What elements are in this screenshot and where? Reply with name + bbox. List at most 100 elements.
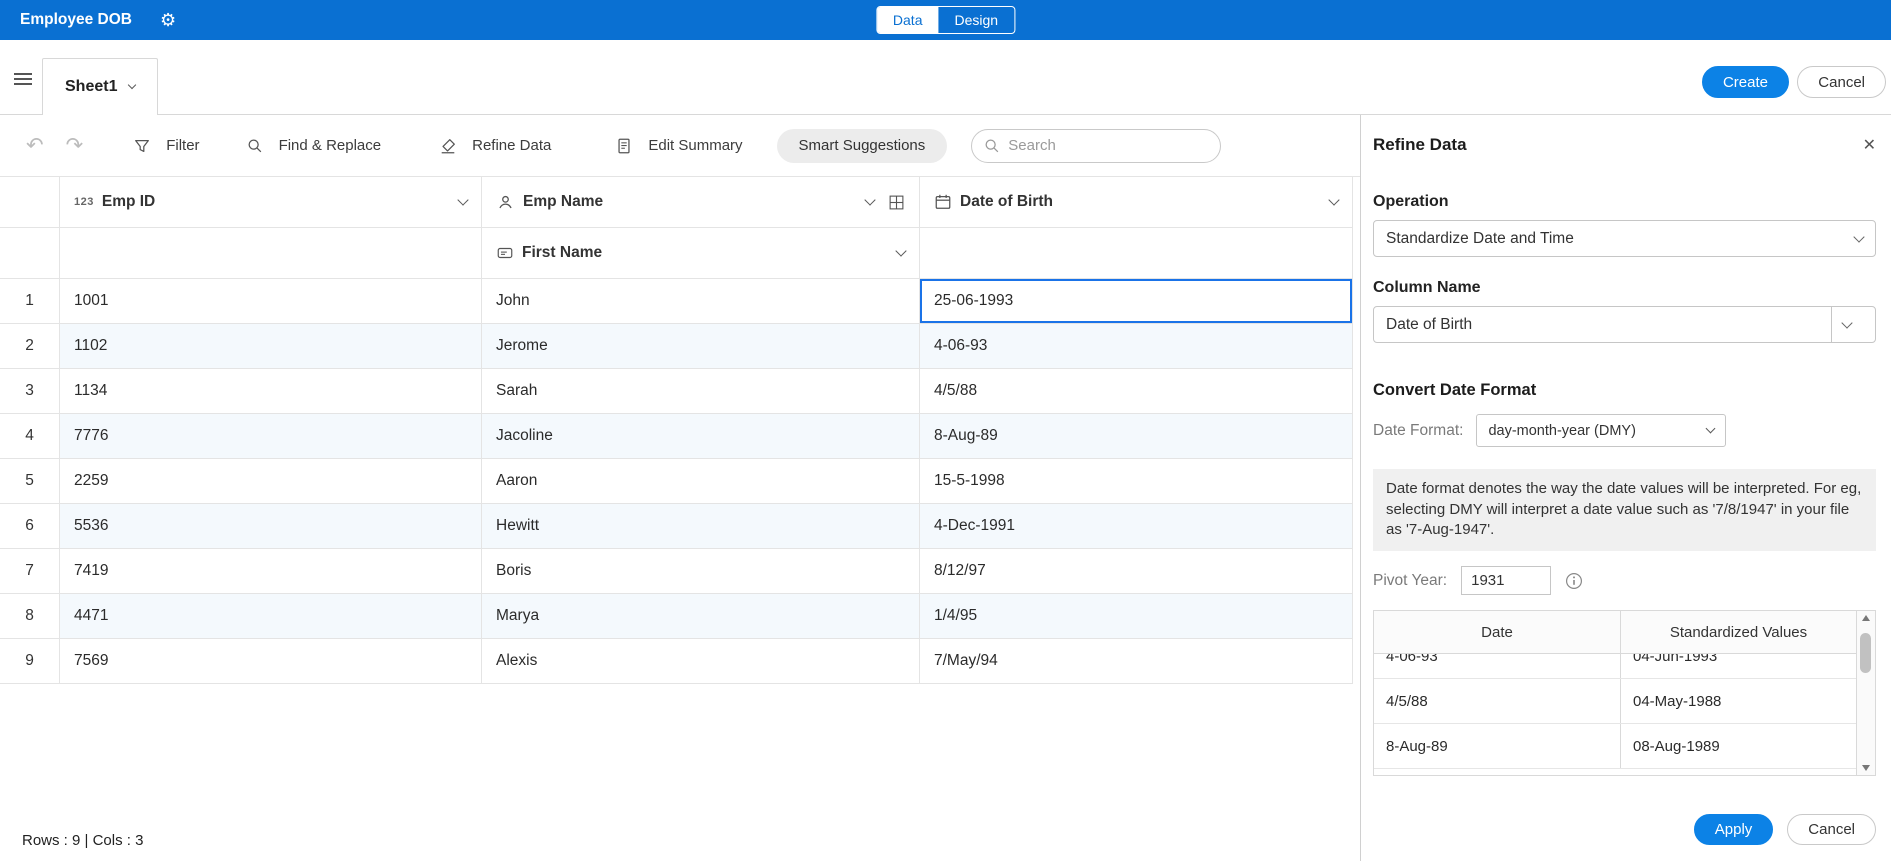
column-header-emp-id[interactable]: 123 Emp ID [60,177,482,228]
cell-dob[interactable]: 8/12/97 [920,549,1353,594]
search-input[interactable] [971,129,1221,163]
row-number[interactable]: 5 [0,459,60,504]
column-name-select[interactable]: Date of Birth [1373,306,1876,343]
operation-select[interactable]: Standardize Date and Time [1373,220,1876,257]
corner-cell [0,228,60,279]
chevron-down-icon [1706,424,1716,434]
apply-button[interactable]: Apply [1694,814,1774,845]
row-col-count: Rows : 9 | Cols : 3 [22,832,143,849]
filter-button[interactable]: Filter [133,137,199,155]
settings-gear-icon[interactable]: ⚙ [160,11,176,29]
cell-emp-id[interactable]: 5536 [60,504,482,549]
row-number[interactable]: 2 [0,324,60,369]
cell-dob[interactable]: 15-5-1998 [920,459,1353,504]
top-bar: Employee DOB ⚙ Data Design [0,0,1891,40]
column-header-emp-name[interactable]: Emp Name [482,177,920,228]
cell-first-name[interactable]: Sarah [482,369,920,414]
column-label: Emp ID [102,193,155,211]
cell-dob[interactable]: 4-Dec-1991 [920,504,1353,549]
edit-summary-button[interactable]: Edit Summary [615,137,742,155]
cell-dob[interactable]: 4-06-93 [920,324,1353,369]
row-number[interactable]: 6 [0,504,60,549]
column-header-date-of-birth[interactable]: Date of Birth [920,177,1353,228]
info-icon[interactable] [1565,572,1583,590]
row-number[interactable]: 9 [0,639,60,684]
operation-label: Operation [1373,193,1876,211]
table-row: 9 7569 Alexis 7/May/94 [0,639,1360,684]
menu-icon[interactable] [14,70,32,88]
split-columns-icon[interactable] [888,194,905,211]
row-number[interactable]: 7 [0,549,60,594]
table-row: 2 1102 Jerome 4-06-93 [0,324,1360,369]
chevron-down-icon[interactable] [895,245,906,256]
cell-first-name[interactable]: Jacoline [482,414,920,459]
app-root: Employee DOB ⚙ Data Design Sheet1 Create… [0,0,1891,861]
cell-dob[interactable]: 4/5/88 [920,369,1353,414]
column-header-first-name[interactable]: First Name [482,228,920,279]
preview-value: 04-Jun-1993 [1621,654,1856,678]
cell-emp-id[interactable]: 1001 [60,279,482,324]
refine-data-label: Refine Data [472,137,551,154]
preview-scrollbar[interactable] [1856,611,1875,775]
preview-row: 4-06-93 04-Jun-1993 [1374,654,1856,679]
tab-design[interactable]: Design [938,7,1014,33]
smart-suggestions-button[interactable]: Smart Suggestions [777,129,948,163]
tab-data[interactable]: Data [877,7,939,33]
preview-value: 04-May-1988 [1621,679,1856,723]
find-replace-button[interactable]: Find & Replace [246,137,382,155]
select-split[interactable] [1831,307,1863,342]
sub-header-row: First Name [0,228,1360,279]
cancel-button[interactable]: Cancel [1797,66,1886,98]
create-button[interactable]: Create [1702,66,1789,98]
scroll-down-icon[interactable] [1862,765,1870,771]
row-number[interactable]: 4 [0,414,60,459]
date-format-value: day-month-year (DMY) [1488,423,1635,439]
column-label: Emp Name [523,193,603,211]
cell-first-name[interactable]: Jerome [482,324,920,369]
find-replace-label: Find & Replace [279,137,382,154]
row-number[interactable]: 8 [0,594,60,639]
cell-dob[interactable]: 1/4/95 [920,594,1353,639]
cell-first-name[interactable]: John [482,279,920,324]
refine-broom-icon [439,137,457,155]
undo-icon[interactable]: ↶ [26,135,44,156]
row-number[interactable]: 3 [0,369,60,414]
cell-emp-id[interactable]: 1102 [60,324,482,369]
corner-cell [0,177,60,228]
preview-value: 08-Aug-1989 [1621,724,1856,768]
refine-data-panel: Refine Data ✕ Operation Standardize Date… [1360,115,1891,861]
redo-icon[interactable]: ↷ [66,135,84,156]
panel-cancel-button[interactable]: Cancel [1787,814,1876,845]
cell-emp-id[interactable]: 1134 [60,369,482,414]
grid-wrap: 123 Emp ID Emp Name [0,176,1360,819]
scroll-up-icon[interactable] [1862,615,1870,621]
refine-data-button[interactable]: Refine Data [439,137,551,155]
chevron-down-icon[interactable] [864,194,875,205]
cell-dob-selected[interactable]: 25-06-1993 [920,279,1353,324]
sheet-tab[interactable]: Sheet1 [42,58,158,115]
cell-dob[interactable]: 7/May/94 [920,639,1353,684]
cell-emp-id[interactable]: 7569 [60,639,482,684]
header-row: 123 Emp ID Emp Name [0,177,1360,228]
cell-first-name[interactable]: Hewitt [482,504,920,549]
cell-dob[interactable]: 8-Aug-89 [920,414,1353,459]
sheet-tab-chevron-icon[interactable] [128,81,136,89]
person-icon [496,193,515,212]
scrollbar-thumb[interactable] [1860,633,1871,673]
pivot-year-label: Pivot Year: [1373,572,1447,590]
cell-emp-id[interactable]: 2259 [60,459,482,504]
date-format-select[interactable]: day-month-year (DMY) [1476,414,1726,447]
close-icon[interactable]: ✕ [1863,135,1876,155]
cell-first-name[interactable]: Marya [482,594,920,639]
cell-first-name[interactable]: Aaron [482,459,920,504]
chevron-down-icon[interactable] [457,194,468,205]
row-number[interactable]: 1 [0,279,60,324]
pivot-year-input[interactable] [1461,566,1551,595]
chevron-down-icon[interactable] [1328,194,1339,205]
cell-emp-id[interactable]: 7419 [60,549,482,594]
cell-emp-id[interactable]: 7776 [60,414,482,459]
cell-first-name[interactable]: Boris [482,549,920,594]
cell-first-name[interactable]: Alexis [482,639,920,684]
chevron-down-icon [1841,317,1852,328]
cell-emp-id[interactable]: 4471 [60,594,482,639]
